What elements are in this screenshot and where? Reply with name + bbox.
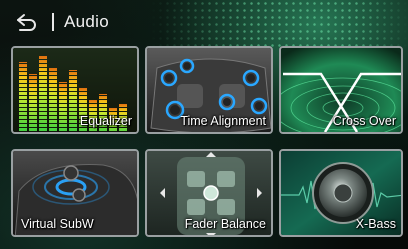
fader-balance-tile[interactable]: Fader Balance	[145, 149, 273, 237]
virtual-subw-tile[interactable]: Virtual SubW	[11, 149, 139, 237]
back-arrow-icon	[17, 14, 36, 31]
page-title: Audio	[64, 12, 109, 31]
x-bass-tile[interactable]: X-Bass	[279, 149, 403, 237]
virtual-subw-label: Virtual SubW	[21, 217, 94, 231]
time-alignment-label: Time Alignment	[180, 114, 266, 128]
cross-over-label: Cross Over	[332, 114, 396, 128]
equalizer-tile[interactable]: Equalizer	[11, 46, 139, 134]
header-separator	[52, 13, 54, 31]
back-button[interactable]	[4, 2, 50, 42]
cross-over-tile[interactable]: Cross Over	[279, 46, 403, 134]
time-alignment-tile[interactable]: Time Alignment	[145, 46, 273, 134]
equalizer-label: Equalizer	[79, 114, 132, 128]
fader-balance-label: Fader Balance	[184, 217, 266, 231]
x-bass-label: X-Bass	[355, 217, 396, 231]
header-bar: Audio	[0, 0, 408, 44]
